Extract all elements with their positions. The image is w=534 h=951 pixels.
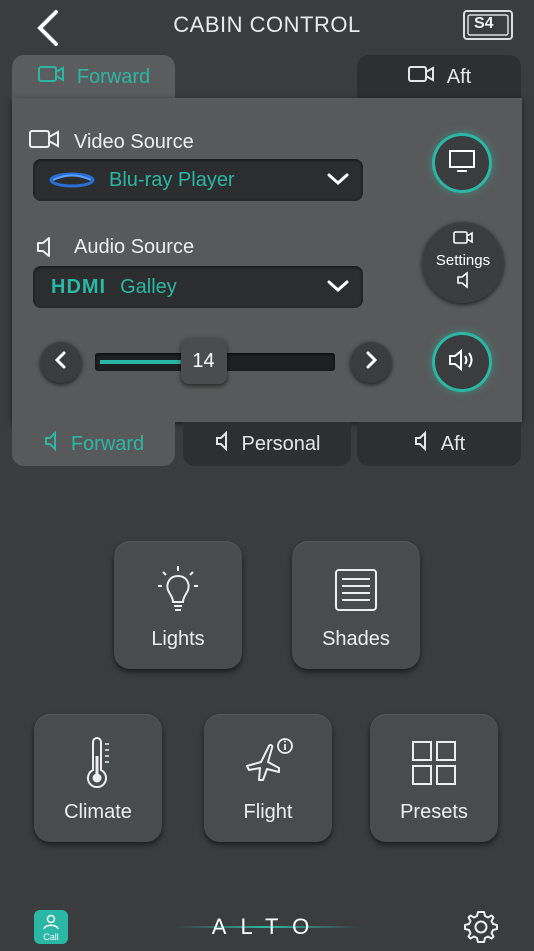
hdmi-icon: HDMI (51, 275, 107, 298)
header: CABIN CONTROL S4 (0, 0, 534, 52)
video-source-value: Blu-ray Player (109, 168, 235, 191)
call-icon (42, 914, 60, 932)
volume-slider-knob[interactable]: 14 (180, 338, 227, 384)
settings-button[interactable]: Settings (422, 221, 504, 303)
tab-aft-label: Aft (446, 65, 472, 88)
shades-tile[interactable]: Shades (292, 541, 420, 669)
bluray-icon (49, 171, 95, 189)
tab-aft-audio-label: Aft (440, 432, 466, 455)
settings-label: Settings (435, 251, 491, 269)
video-camera-icon (37, 64, 65, 90)
video-camera-icon (28, 128, 60, 156)
volume-icon (446, 347, 478, 378)
tab-aft-video[interactable]: Aft (357, 55, 521, 99)
shades-icon (333, 562, 379, 618)
flight-tile[interactable]: Flight (204, 714, 332, 842)
alto-logo-text: ALTO (211, 914, 324, 939)
settings-video-icon (452, 230, 474, 251)
audio-source-value: Galley (120, 275, 177, 298)
tab-personal-audio-label: Personal (241, 432, 321, 455)
tab-forward-audio[interactable]: Forward (12, 422, 175, 466)
speaker-icon (28, 235, 60, 259)
chevron-right-icon (363, 351, 379, 374)
video-camera-icon (407, 64, 435, 90)
presets-grid-icon (410, 735, 458, 791)
settings-speaker-icon (455, 270, 471, 295)
lights-label: Lights (151, 628, 205, 650)
tab-aft-audio[interactable]: Aft (357, 422, 521, 466)
display-icon (447, 148, 477, 179)
lightbulb-icon (155, 562, 201, 618)
volume-mute-button[interactable] (435, 335, 489, 389)
lights-tile[interactable]: Lights (114, 541, 242, 669)
audio-source-label-row: Audio Source (28, 235, 194, 259)
call-label: Call (43, 932, 59, 942)
page-title: CABIN CONTROL (173, 12, 361, 37)
volume-up-button[interactable] (350, 341, 392, 383)
call-button[interactable]: Call (34, 910, 68, 944)
shades-label: Shades (322, 628, 390, 650)
tab-forward-video[interactable]: Forward (12, 55, 175, 99)
gear-icon[interactable] (462, 908, 500, 946)
speaker-icon (214, 430, 230, 458)
presets-label: Presets (400, 801, 468, 823)
tab-personal-audio[interactable]: Personal (183, 422, 351, 466)
tab-forward-label: Forward (76, 65, 151, 88)
flight-label: Flight (243, 801, 293, 823)
flight-info-icon (241, 735, 295, 791)
video-source-dropdown[interactable]: Blu-ray Player (33, 159, 363, 201)
tab-forward-audio-label: Forward (70, 432, 145, 455)
climate-tile[interactable]: Climate (34, 714, 162, 842)
video-source-label: Video Source (74, 130, 194, 153)
chevron-down-icon (327, 171, 349, 192)
climate-label: Climate (64, 801, 132, 823)
s4-badge-icon[interactable]: S4 (462, 8, 514, 42)
s4-badge-label: S4 (474, 15, 494, 32)
speaker-icon (413, 430, 429, 458)
video-source-label-row: Video Source (28, 128, 194, 156)
display-power-button[interactable] (435, 136, 489, 190)
audio-source-label: Audio Source (74, 235, 195, 258)
audio-source-dropdown[interactable]: HDMI Galley (33, 266, 363, 308)
speaker-icon (43, 430, 59, 458)
volume-down-button[interactable] (40, 341, 82, 383)
chevron-down-icon (327, 278, 349, 299)
presets-tile[interactable]: Presets (370, 714, 498, 842)
alto-logo: ALTO (175, 910, 360, 944)
chevron-left-icon (53, 351, 69, 374)
volume-slider-fill (100, 360, 194, 364)
thermometer-icon (83, 735, 113, 791)
